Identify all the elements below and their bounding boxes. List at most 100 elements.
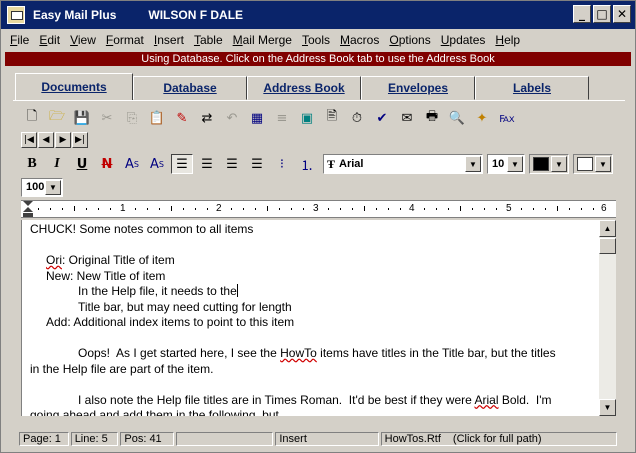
title-bar[interactable]: Easy Mail Plus WILSON F DALE _ □ ✕ (1, 1, 635, 29)
font-size-dropdown-icon[interactable]: ▼ (507, 156, 523, 172)
cut-icon[interactable]: ✂ (96, 108, 118, 128)
text-color-dropdown-icon[interactable]: ▼ (551, 156, 567, 172)
numbered-list-icon[interactable]: ⒈ (296, 154, 318, 174)
menu-mail-merge[interactable]: Mail Merge (228, 33, 297, 47)
italic-button[interactable]: I (46, 154, 68, 174)
table-icon[interactable]: ▦ (246, 108, 268, 128)
document-text[interactable]: CHUCK! Some notes common to all items Ori… (22, 220, 599, 416)
tab-database[interactable]: Database (133, 76, 247, 100)
ruler-tick (243, 208, 245, 210)
subscript-button[interactable]: AS (146, 154, 168, 174)
align-justify-icon[interactable]: ☰ (221, 154, 243, 174)
menu-insert[interactable]: Insert (149, 33, 189, 47)
superscript-mark: S (133, 159, 139, 169)
normal-button[interactable]: N (96, 154, 118, 174)
clock-icon[interactable]: ⏱ (346, 108, 368, 128)
insert-page-icon[interactable]: 🖹 (321, 108, 343, 128)
vertical-scrollbar[interactable]: ▲ ▼ (599, 220, 616, 416)
truetype-icon: Ŧ (327, 156, 336, 171)
format-painter-icon[interactable]: ✎ (171, 108, 193, 128)
app-window: Easy Mail Plus WILSON F DALE _ □ ✕ File … (0, 0, 636, 453)
spell-check-icon[interactable]: ✔ (371, 108, 393, 128)
font-size-combo[interactable]: 10 ▼ (487, 154, 525, 174)
app-icon[interactable] (7, 6, 25, 24)
ruler-tick (231, 208, 233, 210)
save-icon[interactable]: 💾 (71, 108, 93, 128)
last-record-button[interactable]: ▶| (72, 132, 88, 148)
menu-view[interactable]: View (65, 33, 101, 47)
align-right-icon[interactable]: ☰ (246, 154, 268, 174)
align-left-icon[interactable]: ☰ (171, 154, 193, 174)
scroll-down-icon[interactable]: ▼ (599, 399, 616, 416)
status-line: Line: 5 (70, 432, 119, 446)
menu-help[interactable]: Help (490, 33, 525, 47)
ruler[interactable]: 1 2 3 4 5 6 (21, 200, 616, 218)
picture-icon[interactable]: ▣ (296, 108, 318, 128)
background-color-dropdown-icon[interactable]: ▼ (595, 156, 611, 172)
font-name-dropdown-icon[interactable]: ▼ (465, 156, 481, 172)
formatting-toolbar: B I U N AS AS ☰ ☰ ☰ ☰ ⁝ ⒈ Ŧ Arial ▼ 10 ▼… (21, 152, 613, 176)
window-controls: _ □ ✕ (573, 5, 631, 23)
ruler-tick (448, 208, 450, 210)
scroll-thumb[interactable] (599, 238, 616, 254)
underline-button[interactable]: U (71, 154, 93, 174)
menu-file[interactable]: File (5, 33, 34, 47)
status-position: Pos: 41 (120, 432, 175, 446)
find-replace-icon[interactable]: ⇄ (196, 108, 218, 128)
font-size-value: 10 (492, 158, 505, 170)
undo-icon[interactable]: ↶ (221, 108, 243, 128)
menu-edit[interactable]: Edit (34, 33, 65, 47)
tab-documents[interactable]: Documents (15, 73, 133, 100)
status-hint: (Click for full path) (452, 433, 542, 445)
zoom-combo[interactable]: 100 ▼ (21, 177, 63, 197)
tab-labels[interactable]: Labels (475, 76, 589, 100)
lines-icon[interactable]: ≡ (271, 108, 293, 128)
menu-format[interactable]: Format (101, 33, 149, 47)
ruler-half-tick (460, 206, 462, 211)
minimize-button[interactable]: _ (573, 5, 591, 23)
ruler-tick (484, 208, 486, 210)
font-name-combo[interactable]: Ŧ Arial ▼ (323, 154, 483, 174)
menu-table[interactable]: Table (189, 33, 228, 47)
superscript-button[interactable]: AS (121, 154, 143, 174)
menu-tools[interactable]: Tools (297, 33, 335, 47)
tab-address-book[interactable]: Address Book (247, 76, 361, 100)
first-record-button[interactable]: |◀ (21, 132, 37, 148)
indent-marker-icon[interactable] (23, 201, 33, 217)
wizard-icon[interactable]: ✦ (471, 108, 493, 128)
status-file-path[interactable]: HowTos.Rtf (Click for full path) (380, 432, 618, 446)
bullet-list-icon[interactable]: ⁝ (271, 154, 293, 174)
bold-button[interactable]: B (21, 154, 43, 174)
prev-record-button[interactable]: ◀ (38, 132, 54, 148)
misspelled-word[interactable]: Arial (475, 393, 499, 407)
open-folder-icon[interactable]: 🗁 (46, 108, 68, 128)
close-button[interactable]: ✕ (613, 5, 631, 23)
align-center-icon[interactable]: ☰ (196, 154, 218, 174)
menu-options[interactable]: Options (384, 33, 435, 47)
text-color-combo[interactable]: ▼ (529, 154, 569, 174)
tab-envelopes[interactable]: Envelopes (361, 76, 475, 100)
status-blank (176, 432, 274, 446)
doc-line: going ahead and add them in the followin… (30, 408, 279, 416)
misspelled-word[interactable]: Ori (46, 253, 62, 267)
status-filename: HowTos.Rtf (384, 433, 441, 445)
document-editor[interactable]: CHUCK! Some notes common to all items Ori… (21, 220, 616, 416)
menu-updates[interactable]: Updates (436, 33, 491, 47)
print-icon[interactable]: 🖶 (421, 108, 443, 128)
fax-icon[interactable]: ℻ (496, 108, 518, 128)
scroll-up-icon[interactable]: ▲ (599, 220, 616, 237)
misspelled-word[interactable]: HowTo (280, 346, 317, 360)
ruler-half-tick (74, 206, 76, 211)
paste-icon[interactable]: 📋 (146, 108, 168, 128)
doc-text: Oops! As I get started here, I see the (78, 346, 281, 360)
maximize-button[interactable]: □ (593, 5, 611, 23)
status-bar: Page: 1 Line: 5 Pos: 41 Insert HowTos.Rt… (19, 432, 619, 446)
background-color-combo[interactable]: ▼ (573, 154, 613, 174)
menu-macros[interactable]: Macros (335, 33, 384, 47)
new-document-icon[interactable]: 🗋 (21, 108, 43, 128)
letter-icon[interactable]: ✉ (396, 108, 418, 128)
print-preview-icon[interactable]: 🔍 (446, 108, 468, 128)
copy-icon[interactable]: ⎘ (121, 108, 143, 128)
next-record-button[interactable]: ▶ (55, 132, 71, 148)
zoom-dropdown-icon[interactable]: ▼ (45, 179, 61, 195)
